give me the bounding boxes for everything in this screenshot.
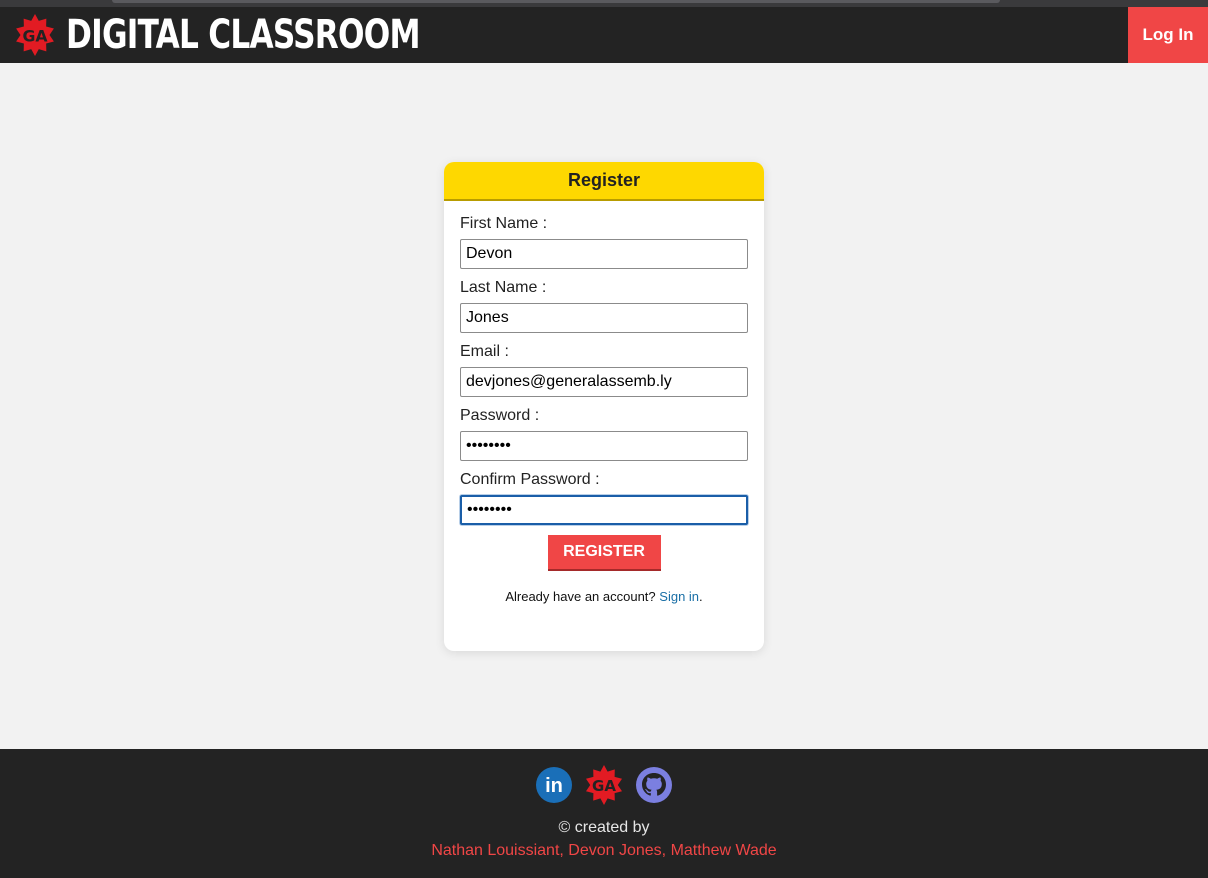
register-button[interactable]: REGISTER	[547, 535, 661, 571]
register-card-title: Register	[444, 162, 764, 201]
confirm-password-group: Confirm Password :	[460, 471, 748, 525]
footer: in GA © created by Nathan Louissiant, De…	[0, 749, 1208, 878]
footer-social-icons: in GA	[0, 765, 1208, 805]
top-navbar: GA DIGITAL CLASSROOM Log In	[0, 7, 1208, 63]
linkedin-icon[interactable]: in	[534, 765, 574, 805]
signin-link[interactable]: Sign in	[659, 589, 699, 604]
signin-suffix: .	[699, 589, 703, 604]
ga-logo-icon[interactable]: GA	[584, 765, 624, 805]
register-form: First Name : Last Name : Email : Passwor…	[444, 201, 764, 604]
email-field[interactable]	[460, 367, 748, 397]
browser-address-bar-edge	[112, 0, 1000, 3]
confirm-password-field[interactable]	[460, 495, 748, 525]
first-name-group: First Name :	[460, 215, 748, 269]
register-button-row: REGISTER	[460, 535, 748, 571]
signin-prompt-text: Already have an account?	[505, 589, 656, 604]
brand[interactable]: GA DIGITAL CLASSROOM	[14, 7, 520, 63]
email-group: Email :	[460, 343, 748, 397]
password-group: Password :	[460, 407, 748, 461]
confirm-password-label: Confirm Password :	[460, 471, 600, 488]
github-icon[interactable]	[634, 765, 674, 805]
register-card: Register First Name : Last Name : Email …	[444, 162, 764, 651]
password-field[interactable]	[460, 431, 748, 461]
last-name-field[interactable]	[460, 303, 748, 333]
ga-logo-icon-text: GA	[592, 777, 616, 795]
email-label: Email :	[460, 343, 509, 360]
ga-logo-icon: GA	[16, 14, 54, 56]
signin-prompt-row: Already have an account? Sign in.	[460, 589, 748, 604]
login-button[interactable]: Log In	[1128, 7, 1208, 63]
ga-logo-text: GA	[22, 26, 48, 45]
password-label: Password :	[460, 407, 540, 424]
last-name-label: Last Name :	[460, 279, 547, 296]
browser-top-strip	[0, 0, 1208, 7]
linkedin-icon-text: in	[545, 775, 563, 797]
footer-credit: © created by	[558, 819, 650, 836]
first-name-label: First Name :	[460, 215, 548, 232]
footer-authors[interactable]: Nathan Louissiant, Devon Jones, Matthew …	[0, 842, 1208, 860]
brand-title: DIGITAL CLASSROOM	[66, 12, 421, 58]
first-name-field[interactable]	[460, 239, 748, 269]
last-name-group: Last Name :	[460, 279, 748, 333]
